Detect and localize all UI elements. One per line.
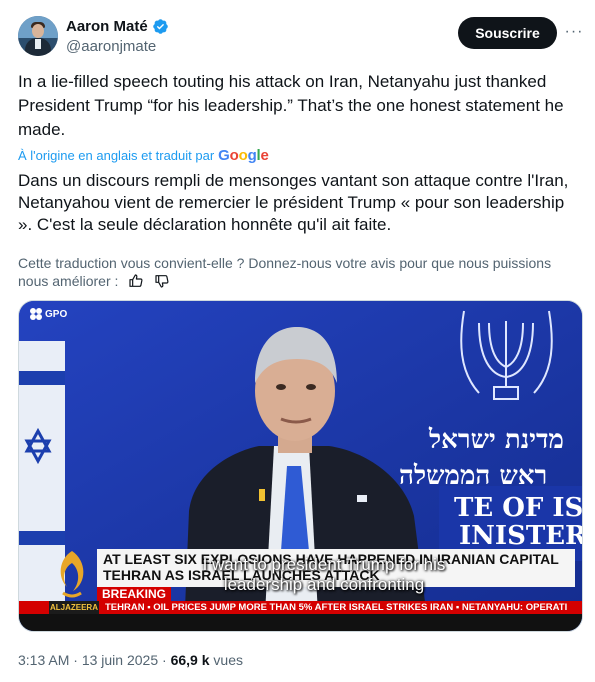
aljazeera-logo-icon [60,551,84,598]
gpo-watermark: GPO [29,307,67,321]
avatar-face [32,24,44,38]
podium-text: TE OF ISRA [454,493,583,523]
meta-separator: · [69,652,82,668]
backdrop-hebrew-text: מדינת ישראל [429,425,564,455]
thumbs-down-icon[interactable] [154,273,170,289]
tweet-meta: 3:13 AM · 13 juin 2025 · 66,9 k vues [18,652,243,668]
views-label: vues [209,652,243,668]
avatar-shirt [35,39,41,49]
video-player-bar[interactable] [19,614,582,631]
podium-text: INISTER'S [459,521,582,551]
author-handle[interactable]: @aaronjmate [66,38,169,55]
tweet-video[interactable]: GPO מדינת ישראל ראש הממשלה TE OF ISRA IN… [18,300,583,632]
avatar[interactable] [18,16,58,56]
video-subtitle: I want to president Trump for his leader… [202,555,446,594]
gpo-label: GPO [45,308,68,320]
gpo-logo-icon [30,308,42,320]
translated-text: Dans un discours rempli de mensonges van… [18,171,569,234]
google-logo-letter: G [218,146,230,164]
backdrop-hebrew-text: ראש הממשלה [399,461,548,491]
google-logo-letter: o [238,146,248,164]
channel-label: ALJAZEERA [49,601,99,614]
views-count: 66,9 k [170,652,210,668]
translation-attribution-label: À l'origine en anglais et traduit par [18,147,215,163]
google-logo-letter: g [247,146,257,164]
tweet-date[interactable]: 13 juin 2025 [82,652,158,668]
translation-feedback: Cette traduction vous convient-elle ? Do… [18,254,578,290]
news-ticker: TEHRAN ▪ OIL PRICES JUMP MORE THAN 5% AF… [19,601,582,614]
google-logo: Google [218,147,269,164]
more-options-icon[interactable]: ··· [562,20,586,44]
tweet-text: In a lie-filled speech touting his attac… [18,72,564,139]
breaking-label: BREAKING [97,587,172,601]
author-info: Aaron Maté @aaronjmate [66,16,169,55]
ticker-text: TEHRAN ▪ OIL PRICES JUMP MORE THAN 5% AF… [105,602,568,613]
google-logo-letter: o [229,146,239,164]
verified-badge-icon[interactable] [152,18,169,35]
author-name-row: Aaron Maté [66,16,169,36]
tweet-header: Aaron Maté @aaronjmate Souscrire ··· [18,16,583,58]
author-display-name[interactable]: Aaron Maté [66,18,148,35]
meta-separator: · [158,652,171,668]
subscribe-button[interactable]: Souscrire [458,17,557,49]
tweet-time[interactable]: 3:13 AM [18,652,69,668]
thumbs-up-icon[interactable] [128,273,144,289]
translation-attribution: À l'origine en anglais et traduit par Go… [18,146,269,164]
google-logo-letter: e [260,146,269,164]
feedback-prompt: Cette traduction vous convient-elle ? Do… [18,255,552,289]
